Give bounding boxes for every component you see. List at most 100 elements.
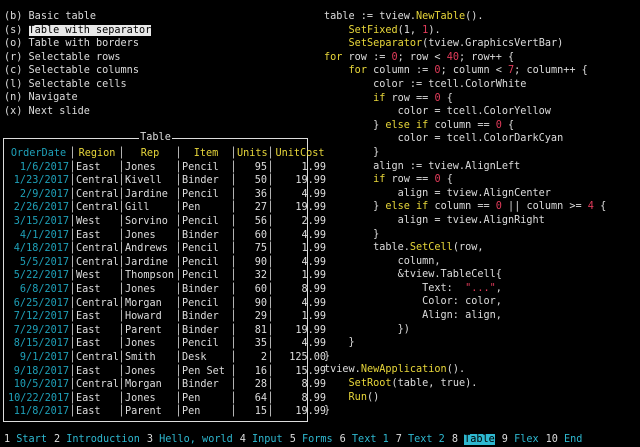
table-cell[interactable]: Morgan [125, 297, 175, 311]
table-cell[interactable]: Pencil [182, 337, 230, 351]
table-cell[interactable]: Desk [182, 351, 230, 365]
table-cell[interactable]: 8.99 [274, 378, 326, 392]
table-cell[interactable]: Binder [182, 174, 230, 188]
tab-flex[interactable]: 9 Flex [502, 433, 539, 447]
table-cell[interactable]: East [76, 392, 118, 406]
table-cell[interactable]: East [76, 324, 118, 338]
table-row[interactable]: 7/29/2017 │ East │ Parent │ Binder │ 81 │ 19.99 [8, 324, 326, 338]
table-cell[interactable]: 4.99 [274, 297, 326, 311]
table-cell[interactable]: 15.99 [274, 365, 326, 379]
table-cell[interactable]: Pencil [182, 242, 230, 256]
table-cell[interactable]: Pen [182, 201, 230, 215]
table-cell[interactable]: 8/15/2017 [8, 337, 69, 351]
tab-text-2[interactable]: 7 Text 2 [396, 433, 445, 447]
table-cell[interactable]: 32 [237, 269, 267, 283]
table-cell[interactable]: 2.99 [274, 215, 326, 229]
table-cell[interactable]: 19.99 [274, 201, 326, 215]
tab-forms[interactable]: 5 Forms [290, 433, 333, 447]
table-cell[interactable]: Jardine [125, 256, 175, 270]
table-cell[interactable]: Pencil [182, 215, 230, 229]
table-cell[interactable]: 35 [237, 337, 267, 351]
table-cell[interactable]: 7/12/2017 [8, 310, 69, 324]
table-cell[interactable]: Smith [125, 351, 175, 365]
table-row[interactable]: 6/8/2017 │ East │ Jones │ Binder │ 60 │ 8.99 [8, 283, 326, 297]
data-table[interactable]: Table OrderDate │ Region │ Rep │ Item │ Units │ Un… [3, 132, 326, 422]
table-cell[interactable]: 1.99 [274, 269, 326, 283]
table-cell[interactable]: Gill [125, 201, 175, 215]
table-row[interactable]: 5/5/2017 │ Central │ Jardine │ Pencil │ 90 │ 4.99 [8, 256, 326, 270]
menu-item[interactable]: (b) Basic table [4, 10, 151, 24]
table-cell[interactable]: Morgan [125, 378, 175, 392]
table-row[interactable]: 4/18/2017 │ Central │ Andrews │ Pencil │ 75 │ 1.99 [8, 242, 326, 256]
table-row[interactable]: 9/18/2017 │ East │ Jones │ Pen Set │ 16 │ 15.99 [8, 365, 326, 379]
table-cell[interactable]: 1.99 [274, 242, 326, 256]
table-cell[interactable]: East [76, 161, 118, 175]
tab-text-1[interactable]: 6 Text 1 [340, 433, 389, 447]
table-cell[interactable]: Jones [125, 161, 175, 175]
table-row[interactable]: 10/5/2017 │ Central │ Morgan │ Binder │ 28 │ 8.99 [8, 378, 326, 392]
table-cell[interactable]: 8.99 [274, 283, 326, 297]
table-cell[interactable]: 4.99 [274, 337, 326, 351]
table-cell[interactable]: 2 [237, 351, 267, 365]
table-cell[interactable]: 2/9/2017 [8, 188, 69, 202]
table-cell[interactable]: East [76, 405, 118, 419]
table-cell[interactable]: East [76, 337, 118, 351]
menu-item[interactable]: (l) Selectable cells [4, 78, 151, 92]
table-row[interactable]: 2/26/2017 │ Central │ Gill │ Pen │ 27 │ 19.99 [8, 201, 326, 215]
table-cell[interactable]: 15 [237, 405, 267, 419]
table-cell[interactable]: 9/18/2017 [8, 365, 69, 379]
table-cell[interactable]: Jones [125, 392, 175, 406]
table-cell[interactable]: Parent [125, 324, 175, 338]
table-cell[interactable]: Binder [182, 310, 230, 324]
table-cell[interactable]: Central [76, 201, 119, 215]
table-cell[interactable]: 64 [237, 392, 267, 406]
table-cell[interactable]: 29 [237, 310, 267, 324]
table-cell[interactable]: 10/22/2017 [8, 392, 69, 406]
table-row[interactable]: 11/8/2017 │ East │ Parent │ Pen │ 15 │ 19.99 [8, 405, 326, 419]
table-row[interactable]: 4/1/2017 │ East │ Jones │ Binder │ 60 │ 4.99 [8, 229, 326, 243]
table-cell[interactable]: 5/22/2017 [8, 269, 69, 283]
menu-item[interactable]: (r) Selectable rows [4, 51, 151, 65]
table-cell[interactable]: Central [76, 378, 119, 392]
table-row[interactable]: 10/22/2017 │ East │ Jones │ Pen │ 64 │ 8.99 [8, 392, 326, 406]
table-row[interactable]: 9/1/2017 │ Central │ Smith │ Desk │ 2 │ 125.00 [8, 351, 326, 365]
table-cell[interactable]: Central [76, 242, 119, 256]
table-cell[interactable]: West [76, 215, 118, 229]
table-cell[interactable]: Binder [182, 324, 230, 338]
table-cell[interactable]: 3/15/2017 [8, 215, 69, 229]
table-cell[interactable]: East [76, 365, 118, 379]
table-cell[interactable]: 1/6/2017 [8, 161, 69, 175]
table-cell[interactable]: 81 [237, 324, 267, 338]
table-cell[interactable]: 8.99 [274, 392, 326, 406]
table-cell[interactable]: 16 [237, 365, 267, 379]
table-cell[interactable]: East [76, 283, 118, 297]
table-cell[interactable]: 4.99 [274, 188, 326, 202]
table-cell[interactable]: 6/25/2017 [8, 297, 69, 311]
table-cell[interactable]: 19.99 [274, 174, 326, 188]
table-cell[interactable]: Jones [125, 229, 175, 243]
tab-input[interactable]: 4 Input [240, 433, 283, 447]
table-cell[interactable]: Pencil [182, 256, 230, 270]
table-cell[interactable]: 5/5/2017 [8, 256, 69, 270]
table-cell[interactable]: 11/8/2017 [8, 405, 69, 419]
table-cell[interactable]: East [76, 229, 118, 243]
tab-end[interactable]: 10 End [546, 433, 583, 447]
table-cell[interactable]: Howard [125, 310, 175, 324]
menu-item[interactable]: (s) Table with separator [4, 24, 152, 38]
table-cell[interactable]: 1/23/2017 [8, 174, 69, 188]
menu-item[interactable]: (c) Selectable columns [4, 64, 151, 78]
table-cell[interactable]: West [76, 269, 118, 283]
table-row[interactable]: 1/6/2017 │ East │ Jones │ Pencil │ 95 │ 1.99 [8, 161, 326, 175]
table-cell[interactable]: Pen Set [182, 365, 230, 379]
table-cell[interactable]: Binder [182, 283, 230, 297]
table-row[interactable]: 7/12/2017 │ East │ Howard │ Binder │ 29 │ 1.99 [8, 310, 326, 324]
table-cell[interactable]: Central [76, 188, 119, 202]
table-cell[interactable]: Jardine [125, 188, 175, 202]
table-cell[interactable]: Jones [125, 283, 175, 297]
tab-introduction[interactable]: 2 Introduction [54, 433, 140, 447]
table-cell[interactable]: Central [76, 351, 119, 365]
table-cell[interactable]: Binder [182, 378, 230, 392]
table-row[interactable]: 3/15/2017 │ West │ Sorvino │ Pencil │ 56 │ 2.99 [8, 215, 326, 229]
table-cell[interactable]: 10/5/2017 [8, 378, 69, 392]
table-cell[interactable]: Kivell [125, 174, 175, 188]
